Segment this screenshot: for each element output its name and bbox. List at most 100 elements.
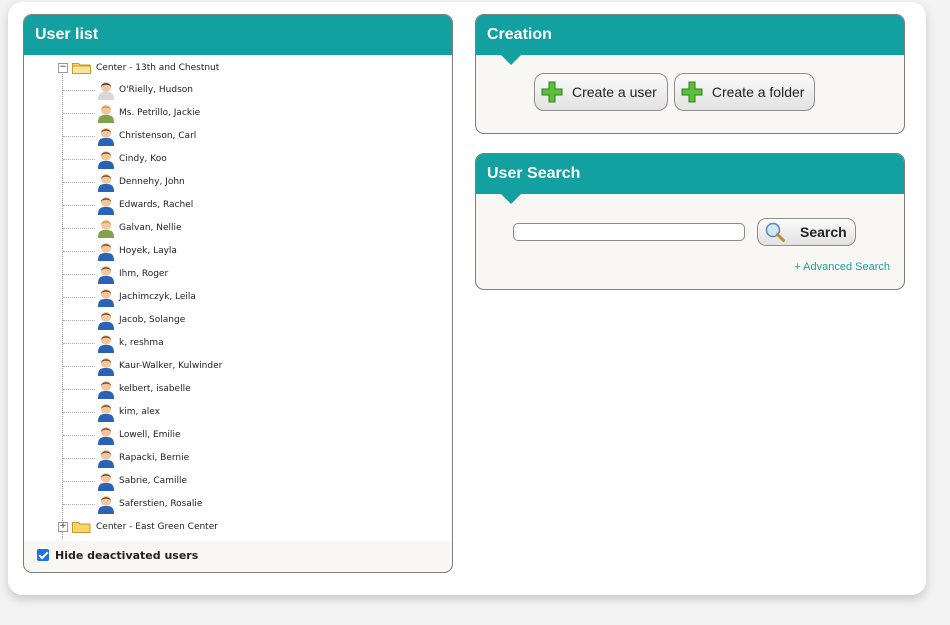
tree-connector	[63, 297, 95, 298]
user-name-label: Saferstien, Rosalie	[119, 499, 203, 509]
tree-user-item[interactable]: kelbert, isabelle	[24, 378, 452, 401]
user-name-label: Galvan, Nellie	[119, 223, 182, 233]
user-name-label: k, reshma	[119, 338, 164, 348]
tree-user-item[interactable]: Edwards, Rachel	[24, 194, 452, 217]
user-icon	[98, 450, 114, 468]
tree-user-item[interactable]: Kaur-Walker, Kulwinder	[24, 355, 452, 378]
creation-panel: Creation Create a user Create a folder	[475, 14, 905, 134]
user-tree[interactable]: − Center - 13th and Chestnut O'Rielly, H…	[24, 55, 452, 541]
tree-user-item[interactable]: kim, alex	[24, 401, 452, 424]
user-icon	[98, 197, 114, 215]
tree-folder-next[interactable]: + Center - East Green Center	[24, 516, 452, 538]
user-search-title: User Search	[487, 165, 581, 182]
user-name-label: Dennehy, John	[119, 177, 185, 187]
user-icon	[98, 266, 114, 284]
creation-title: Creation	[487, 26, 552, 43]
tree-user-item[interactable]: Ihm, Roger	[24, 263, 452, 286]
user-name-label: Kaur-Walker, Kulwinder	[119, 361, 223, 371]
tree-connector	[63, 251, 95, 252]
create-user-label: Create a user	[572, 84, 657, 100]
tree-connector	[63, 366, 95, 367]
user-name-label: Edwards, Rachel	[119, 200, 194, 210]
user-name-label: kelbert, isabelle	[119, 384, 191, 394]
user-name-label: kim, alex	[119, 407, 160, 417]
user-female-icon	[98, 220, 114, 238]
tree-connector	[63, 274, 95, 275]
user-name-label: Ihm, Roger	[119, 269, 169, 279]
tree-folder-root[interactable]: − Center - 13th and Chestnut	[24, 57, 452, 79]
tree-connector	[63, 458, 95, 459]
user-name-label: Lowell, Emilie	[119, 430, 181, 440]
user-name-label: Jacob, Solange	[119, 315, 186, 325]
tree-connector	[63, 320, 95, 321]
tree-user-item[interactable]: Sabrie, Camille	[24, 470, 452, 493]
tree-connector	[63, 504, 95, 505]
search-input[interactable]	[513, 223, 745, 241]
magnifier-icon	[765, 222, 785, 242]
user-icon	[98, 473, 114, 491]
user-list-title: User list	[35, 26, 99, 43]
user-icon	[98, 358, 114, 376]
search-label: Search	[800, 224, 847, 240]
advanced-search-link[interactable]: + Advanced Search	[794, 261, 890, 273]
folder-icon	[72, 522, 91, 533]
folder-open-icon	[72, 63, 91, 74]
tree-user-item[interactable]: Lowell, Emilie	[24, 424, 452, 447]
user-female-icon	[98, 105, 114, 123]
tree-user-item[interactable]: Hoyek, Layla	[24, 240, 452, 263]
tree-user-item[interactable]: Ms. Petrillo, Jackie	[24, 102, 452, 125]
user-icon	[98, 243, 114, 261]
user-name-label: Ms. Petrillo, Jackie	[119, 108, 201, 118]
tree-user-item[interactable]: Saferstien, Rosalie	[24, 493, 452, 516]
plus-icon	[681, 81, 703, 103]
creation-header: Creation	[476, 15, 904, 65]
expand-icon[interactable]: +	[58, 522, 68, 532]
user-name-label: Rapacki, Bernie	[119, 453, 190, 463]
tree-user-item[interactable]: Jacob, Solange	[24, 309, 452, 332]
tree-connector	[63, 159, 95, 160]
user-name-label: Cindy, Koo	[119, 154, 167, 164]
user-icon	[98, 381, 114, 399]
tree-connector	[63, 412, 95, 413]
user-name-label: Jachimczyk, Leila	[119, 292, 196, 302]
user-icon	[98, 174, 114, 192]
tree-user-item[interactable]: Jachimczyk, Leila	[24, 286, 452, 309]
create-user-button[interactable]: Create a user	[534, 73, 668, 111]
tree-user-item[interactable]: Galvan, Nellie	[24, 217, 452, 240]
user-search-panel: User Search Search + Advanced Search	[475, 153, 905, 290]
tree-user-item[interactable]: Christenson, Carl	[24, 125, 452, 148]
hide-deactivated-checkbox[interactable]	[37, 549, 49, 561]
tree-connector	[63, 182, 95, 183]
tree-connector	[63, 389, 95, 390]
collapse-icon[interactable]: −	[58, 63, 68, 73]
tree-user-item[interactable]: Cindy, Koo	[24, 148, 452, 171]
user-name-label: O'Rielly, Hudson	[119, 85, 193, 95]
search-button[interactable]: Search	[757, 218, 856, 246]
tree-connector	[63, 205, 95, 206]
create-folder-button[interactable]: Create a folder	[673, 73, 816, 111]
hide-deactivated-label: Hide deactivated users	[55, 548, 199, 562]
tree-connector	[63, 435, 95, 436]
user-list-header: User list	[24, 15, 452, 65]
user-icon	[98, 496, 114, 514]
tree-user-item[interactable]: k, reshma	[24, 332, 452, 355]
create-folder-label: Create a folder	[711, 84, 805, 100]
tree-connector	[63, 90, 95, 91]
header-notch	[501, 194, 521, 204]
tree-connector	[63, 113, 95, 114]
header-notch	[501, 55, 521, 65]
user-male-dark-icon	[98, 82, 114, 100]
tree-user-item[interactable]: O'Rielly, Hudson	[24, 79, 452, 102]
user-icon	[98, 151, 114, 169]
tree-connector	[63, 481, 95, 482]
user-icon	[98, 427, 114, 445]
user-list-panel: User list − Center - 13th and Chestnut O…	[23, 14, 453, 573]
user-icon	[98, 335, 114, 353]
user-icon	[98, 404, 114, 422]
user-icon	[98, 312, 114, 330]
user-name-label: Christenson, Carl	[119, 131, 197, 141]
hide-deactivated-row[interactable]: Hide deactivated users	[37, 546, 198, 564]
tree-user-item[interactable]: Dennehy, John	[24, 171, 452, 194]
tree-user-item[interactable]: Rapacki, Bernie	[24, 447, 452, 470]
tree-connector	[63, 228, 95, 229]
